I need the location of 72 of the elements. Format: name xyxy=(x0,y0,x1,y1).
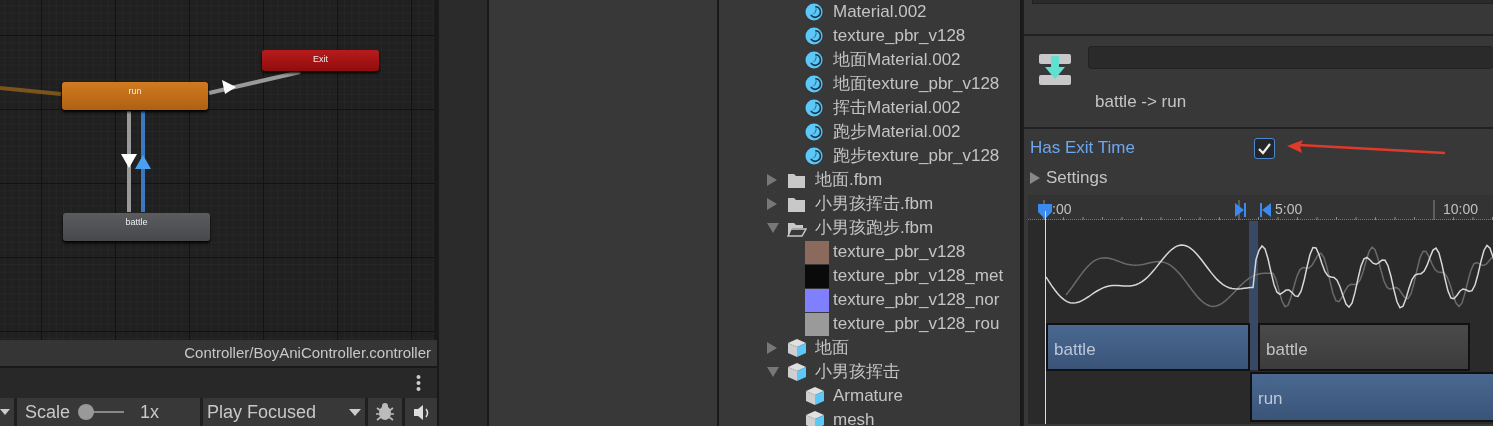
clip-bar[interactable]: run xyxy=(1250,372,1493,422)
asset-name[interactable]: Armature xyxy=(833,383,903,409)
material-icon xyxy=(805,51,823,69)
material-icon xyxy=(805,99,823,117)
transition-arrow[interactable] xyxy=(208,70,301,95)
cube-icon xyxy=(805,410,825,426)
transition-title: battle -> run xyxy=(1094,91,1188,113)
section-label[interactable]: Settings xyxy=(1046,165,1108,191)
play-mode-dropdown[interactable]: Play Focused xyxy=(203,398,365,426)
caret-icon xyxy=(349,408,361,416)
expanded-arrow[interactable] xyxy=(767,223,779,233)
material-icon xyxy=(805,147,823,165)
transition-start-handle[interactable] xyxy=(1235,203,1246,217)
folder-icon xyxy=(787,171,806,189)
asset-name[interactable]: 地面.fbm xyxy=(815,167,883,193)
entry-connector[interactable] xyxy=(0,86,62,96)
cube-icon xyxy=(805,386,825,406)
state-node[interactable]: battle xyxy=(63,213,210,241)
expanded-arrow[interactable] xyxy=(767,367,779,377)
slider-thumb[interactable] xyxy=(78,404,95,420)
asset-name[interactable]: 地面texture_pbr_v128 xyxy=(833,71,1000,97)
material-icon xyxy=(805,75,823,93)
asset-name[interactable]: 跑步texture_pbr_v128 xyxy=(833,143,1000,169)
asset-name[interactable]: texture_pbr_v128_nor xyxy=(833,287,1000,313)
time-label: :00 xyxy=(1052,200,1072,219)
scale-label: Scale xyxy=(25,400,71,424)
check-icon xyxy=(1257,141,1272,155)
asset-name[interactable]: texture_pbr_v128_rou xyxy=(833,311,1000,337)
field-label: Has Exit Time xyxy=(1030,137,1136,160)
transition-arrow[interactable] xyxy=(135,111,151,212)
asset-path: Controller/BoyAniController.controller xyxy=(0,340,437,366)
collapsed-arrow[interactable] xyxy=(1030,172,1040,184)
cube-icon xyxy=(787,362,807,382)
transition-end-handle[interactable] xyxy=(1260,203,1271,217)
playhead-marker[interactable] xyxy=(1037,203,1053,220)
checkbox[interactable] xyxy=(1254,137,1275,159)
clip-bar[interactable]: battle xyxy=(1046,323,1250,371)
debug-button[interactable] xyxy=(368,398,402,426)
material-icon xyxy=(805,27,823,45)
caret-icon xyxy=(0,409,10,415)
dropdown-button[interactable] xyxy=(0,398,14,426)
collapsed-arrow[interactable] xyxy=(767,198,777,210)
folder-icon xyxy=(787,195,806,213)
more-icon[interactable] xyxy=(416,374,421,392)
asset-name[interactable]: texture_pbr_v128 xyxy=(833,239,966,265)
speaker-icon xyxy=(413,402,429,422)
asset-name[interactable]: mesh xyxy=(833,407,875,426)
asset-name[interactable]: 小男孩挥击 xyxy=(815,359,900,385)
asset-name[interactable]: texture_pbr_v128_met xyxy=(833,263,1004,289)
material-icon xyxy=(805,3,823,21)
slider[interactable] xyxy=(78,404,125,420)
time-label: 5:00 xyxy=(1275,200,1303,219)
time-label: 10:00 xyxy=(1443,200,1479,219)
transition-icon xyxy=(1038,53,1072,86)
clip-bar[interactable]: battle xyxy=(1258,323,1470,371)
material-icon xyxy=(805,123,823,141)
collapsed-arrow[interactable] xyxy=(767,342,777,354)
transition-arrow[interactable] xyxy=(121,111,137,212)
asset-name[interactable]: 地面 xyxy=(815,335,849,361)
asset-name[interactable]: Material.002 xyxy=(833,0,927,25)
asset-name[interactable]: 地面Material.002 xyxy=(833,47,961,73)
bug-icon xyxy=(375,402,395,422)
asset-name[interactable]: 跑步Material.002 xyxy=(833,119,961,145)
mute-button[interactable] xyxy=(405,398,437,426)
asset-name[interactable]: 小男孩跑步.fbm xyxy=(815,215,934,241)
cube-icon xyxy=(787,338,807,358)
asset-name[interactable]: 小男孩挥击.fbm xyxy=(815,191,934,217)
asset-name[interactable]: texture_pbr_v128 xyxy=(833,23,966,49)
scale-value: 1x xyxy=(140,400,160,424)
state-node[interactable]: Exit xyxy=(262,50,379,71)
asset-name[interactable]: 挥击Material.002 xyxy=(833,95,961,121)
collapsed-arrow[interactable] xyxy=(767,174,777,186)
